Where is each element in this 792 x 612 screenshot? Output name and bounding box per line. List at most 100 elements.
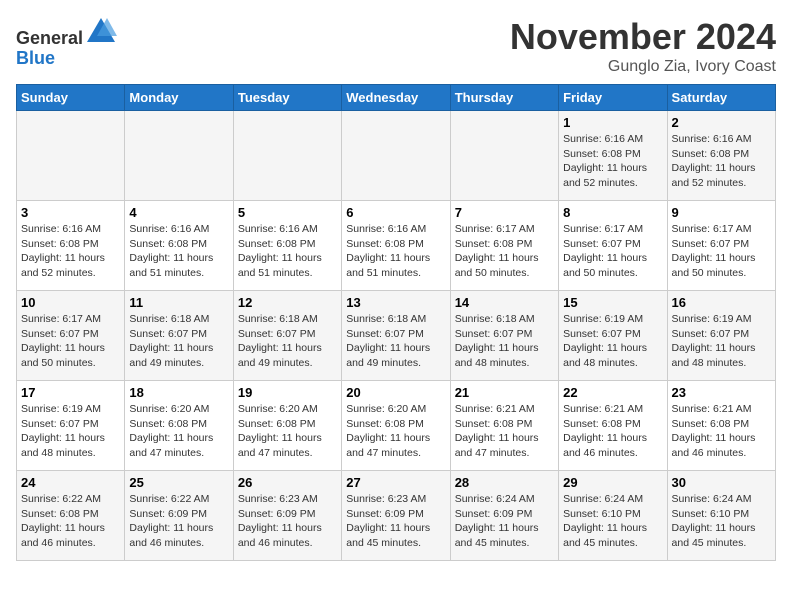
page-header: General Blue November 2024 Gunglo Zia, I… xyxy=(16,16,776,76)
day-number: 13 xyxy=(346,295,445,310)
day-info: Sunrise: 6:23 AMSunset: 6:09 PMDaylight:… xyxy=(238,492,337,551)
day-info: Sunrise: 6:19 AMSunset: 6:07 PMDaylight:… xyxy=(672,312,771,371)
day-number: 20 xyxy=(346,385,445,400)
day-info: Sunrise: 6:16 AMSunset: 6:08 PMDaylight:… xyxy=(21,222,120,281)
column-header-friday: Friday xyxy=(559,85,667,111)
calendar-table: SundayMondayTuesdayWednesdayThursdayFrid… xyxy=(16,84,776,561)
day-number: 16 xyxy=(672,295,771,310)
day-info: Sunrise: 6:22 AMSunset: 6:09 PMDaylight:… xyxy=(129,492,228,551)
day-number: 29 xyxy=(563,475,662,490)
day-number: 3 xyxy=(21,205,120,220)
day-info: Sunrise: 6:17 AMSunset: 6:07 PMDaylight:… xyxy=(563,222,662,281)
day-number: 24 xyxy=(21,475,120,490)
day-info: Sunrise: 6:18 AMSunset: 6:07 PMDaylight:… xyxy=(346,312,445,371)
day-number: 25 xyxy=(129,475,228,490)
column-header-sunday: Sunday xyxy=(17,85,125,111)
day-info: Sunrise: 6:24 AMSunset: 6:10 PMDaylight:… xyxy=(672,492,771,551)
calendar-cell: 28 Sunrise: 6:24 AMSunset: 6:09 PMDayligh… xyxy=(450,471,558,561)
day-number: 26 xyxy=(238,475,337,490)
day-info: Sunrise: 6:24 AMSunset: 6:09 PMDaylight:… xyxy=(455,492,554,551)
day-number: 1 xyxy=(563,115,662,130)
day-info: Sunrise: 6:18 AMSunset: 6:07 PMDaylight:… xyxy=(129,312,228,371)
calendar-week-row: 1 Sunrise: 6:16 AMSunset: 6:08 PMDaylight… xyxy=(17,111,776,201)
calendar-cell xyxy=(342,111,450,201)
calendar-cell: 10 Sunrise: 6:17 AMSunset: 6:07 PMDayligh… xyxy=(17,291,125,381)
column-header-thursday: Thursday xyxy=(450,85,558,111)
day-info: Sunrise: 6:20 AMSunset: 6:08 PMDaylight:… xyxy=(238,402,337,461)
calendar-cell: 25 Sunrise: 6:22 AMSunset: 6:09 PMDayligh… xyxy=(125,471,233,561)
day-info: Sunrise: 6:21 AMSunset: 6:08 PMDaylight:… xyxy=(672,402,771,461)
calendar-cell xyxy=(450,111,558,201)
day-info: Sunrise: 6:18 AMSunset: 6:07 PMDaylight:… xyxy=(455,312,554,371)
logo-blue: Blue xyxy=(16,48,55,68)
day-number: 21 xyxy=(455,385,554,400)
calendar-cell: 11 Sunrise: 6:18 AMSunset: 6:07 PMDayligh… xyxy=(125,291,233,381)
calendar-header-row: SundayMondayTuesdayWednesdayThursdayFrid… xyxy=(17,85,776,111)
day-number: 28 xyxy=(455,475,554,490)
day-number: 18 xyxy=(129,385,228,400)
day-info: Sunrise: 6:23 AMSunset: 6:09 PMDaylight:… xyxy=(346,492,445,551)
calendar-cell xyxy=(233,111,341,201)
day-number: 2 xyxy=(672,115,771,130)
calendar-cell: 26 Sunrise: 6:23 AMSunset: 6:09 PMDayligh… xyxy=(233,471,341,561)
day-number: 11 xyxy=(129,295,228,310)
day-number: 8 xyxy=(563,205,662,220)
calendar-cell: 20Sunrise: 6:20 AMSunset: 6:08 PMDayligh… xyxy=(342,381,450,471)
logo: General Blue xyxy=(16,16,117,69)
calendar-cell: 5Sunrise: 6:16 AMSunset: 6:08 PMDaylight… xyxy=(233,201,341,291)
calendar-week-row: 24 Sunrise: 6:22 AMSunset: 6:08 PMDayligh… xyxy=(17,471,776,561)
day-number: 10 xyxy=(21,295,120,310)
column-header-saturday: Saturday xyxy=(667,85,775,111)
column-header-monday: Monday xyxy=(125,85,233,111)
calendar-cell xyxy=(125,111,233,201)
calendar-week-row: 3 Sunrise: 6:16 AMSunset: 6:08 PMDaylight… xyxy=(17,201,776,291)
column-header-wednesday: Wednesday xyxy=(342,85,450,111)
day-info: Sunrise: 6:19 AMSunset: 6:07 PMDaylight:… xyxy=(563,312,662,371)
day-info: Sunrise: 6:17 AMSunset: 6:07 PMDaylight:… xyxy=(21,312,120,371)
calendar-cell: 2 Sunrise: 6:16 AMSunset: 6:08 PMDaylight… xyxy=(667,111,775,201)
title-block: November 2024 Gunglo Zia, Ivory Coast xyxy=(510,16,776,76)
calendar-cell: 6Sunrise: 6:16 AMSunset: 6:08 PMDaylight… xyxy=(342,201,450,291)
day-number: 27 xyxy=(346,475,445,490)
calendar-cell: 19 Sunrise: 6:20 AMSunset: 6:08 PMDayligh… xyxy=(233,381,341,471)
calendar-cell: 14 Sunrise: 6:18 AMSunset: 6:07 PMDayligh… xyxy=(450,291,558,381)
day-number: 22 xyxy=(563,385,662,400)
day-info: Sunrise: 6:24 AMSunset: 6:10 PMDaylight:… xyxy=(563,492,662,551)
day-number: 9 xyxy=(672,205,771,220)
calendar-cell: 21 Sunrise: 6:21 AMSunset: 6:08 PMDayligh… xyxy=(450,381,558,471)
calendar-week-row: 17Sunrise: 6:19 AMSunset: 6:07 PMDayligh… xyxy=(17,381,776,471)
column-header-tuesday: Tuesday xyxy=(233,85,341,111)
day-info: Sunrise: 6:19 AMSunset: 6:07 PMDaylight:… xyxy=(21,402,120,461)
calendar-cell: 3 Sunrise: 6:16 AMSunset: 6:08 PMDaylight… xyxy=(17,201,125,291)
calendar-week-row: 10 Sunrise: 6:17 AMSunset: 6:07 PMDayligh… xyxy=(17,291,776,381)
calendar-cell xyxy=(17,111,125,201)
calendar-cell: 22Sunrise: 6:21 AMSunset: 6:08 PMDayligh… xyxy=(559,381,667,471)
calendar-cell: 8 Sunrise: 6:17 AMSunset: 6:07 PMDaylight… xyxy=(559,201,667,291)
day-number: 19 xyxy=(238,385,337,400)
day-number: 15 xyxy=(563,295,662,310)
day-number: 30 xyxy=(672,475,771,490)
day-info: Sunrise: 6:16 AMSunset: 6:08 PMDaylight:… xyxy=(238,222,337,281)
day-info: Sunrise: 6:17 AMSunset: 6:08 PMDaylight:… xyxy=(455,222,554,281)
calendar-cell: 24 Sunrise: 6:22 AMSunset: 6:08 PMDayligh… xyxy=(17,471,125,561)
calendar-cell: 12Sunrise: 6:18 AMSunset: 6:07 PMDayligh… xyxy=(233,291,341,381)
day-number: 4 xyxy=(129,205,228,220)
calendar-cell: 23 Sunrise: 6:21 AMSunset: 6:08 PMDayligh… xyxy=(667,381,775,471)
calendar-cell: 30 Sunrise: 6:24 AMSunset: 6:10 PMDayligh… xyxy=(667,471,775,561)
logo-icon xyxy=(85,16,117,44)
day-info: Sunrise: 6:16 AMSunset: 6:08 PMDaylight:… xyxy=(672,132,771,191)
calendar-cell: 4Sunrise: 6:16 AMSunset: 6:08 PMDaylight… xyxy=(125,201,233,291)
day-info: Sunrise: 6:22 AMSunset: 6:08 PMDaylight:… xyxy=(21,492,120,551)
day-number: 14 xyxy=(455,295,554,310)
calendar-cell: 1 Sunrise: 6:16 AMSunset: 6:08 PMDaylight… xyxy=(559,111,667,201)
calendar-cell: 29 Sunrise: 6:24 AMSunset: 6:10 PMDayligh… xyxy=(559,471,667,561)
day-info: Sunrise: 6:20 AMSunset: 6:08 PMDaylight:… xyxy=(129,402,228,461)
calendar-cell: 17Sunrise: 6:19 AMSunset: 6:07 PMDayligh… xyxy=(17,381,125,471)
page-title: November 2024 xyxy=(510,16,776,58)
day-info: Sunrise: 6:16 AMSunset: 6:08 PMDaylight:… xyxy=(563,132,662,191)
day-number: 7 xyxy=(455,205,554,220)
day-number: 23 xyxy=(672,385,771,400)
calendar-cell: 9 Sunrise: 6:17 AMSunset: 6:07 PMDaylight… xyxy=(667,201,775,291)
day-info: Sunrise: 6:21 AMSunset: 6:08 PMDaylight:… xyxy=(455,402,554,461)
day-info: Sunrise: 6:17 AMSunset: 6:07 PMDaylight:… xyxy=(672,222,771,281)
